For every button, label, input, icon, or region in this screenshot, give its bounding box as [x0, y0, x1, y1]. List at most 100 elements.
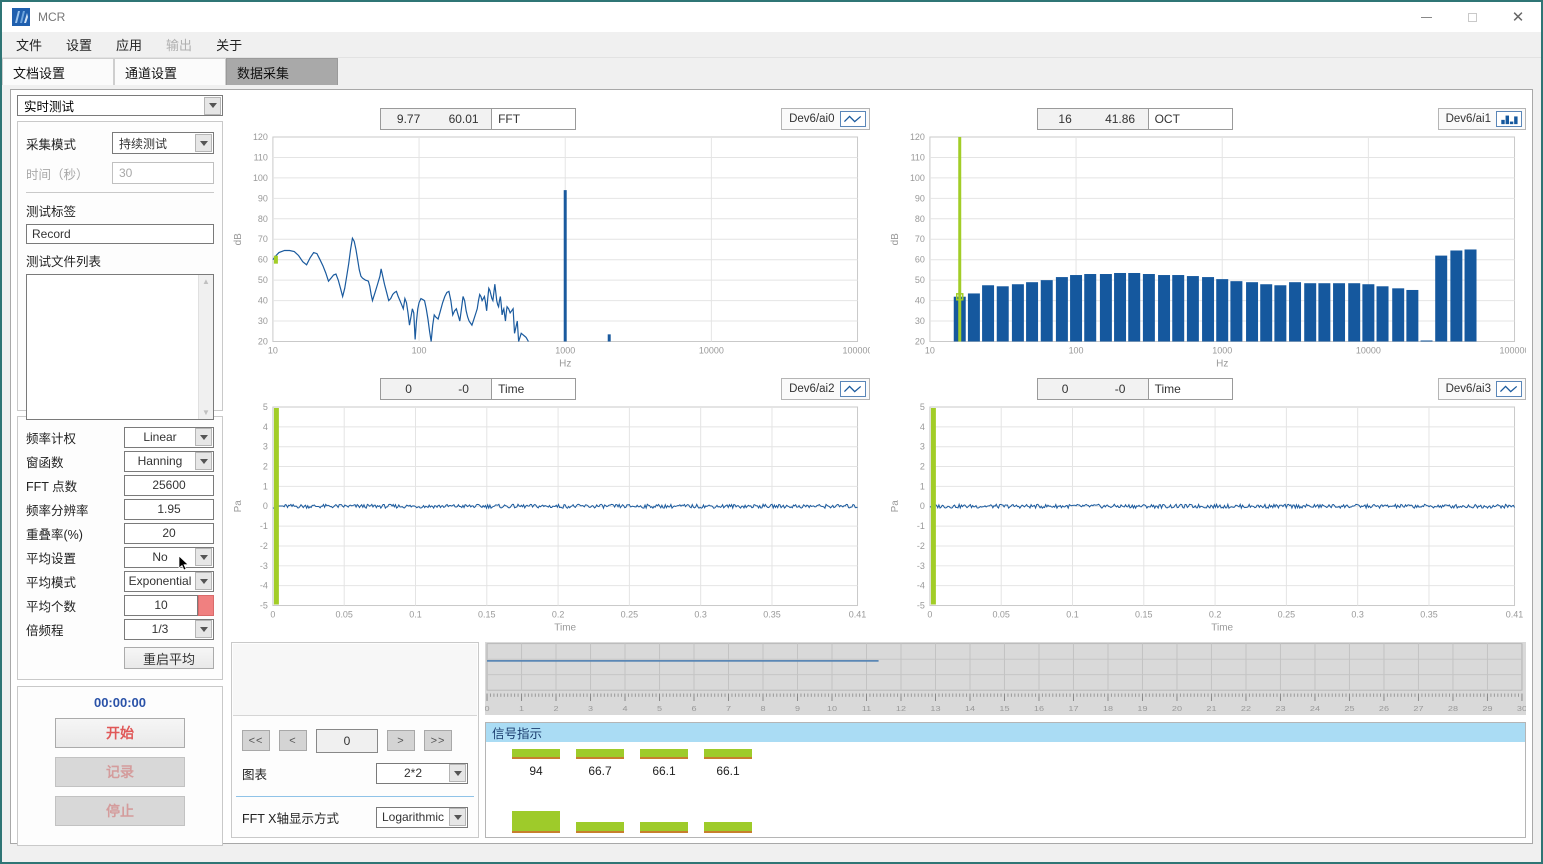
- nav-next-button[interactable]: >: [387, 730, 415, 751]
- svg-text:0.1: 0.1: [409, 610, 421, 620]
- channel-selector[interactable]: Dev6/ai0: [781, 108, 869, 130]
- nav-prev-button[interactable]: <: [279, 730, 307, 751]
- svg-text:0.2: 0.2: [1208, 610, 1220, 620]
- restart-average-button[interactable]: 重启平均: [124, 647, 214, 669]
- svg-text:23: 23: [1275, 704, 1286, 713]
- signal-level-bar: [704, 749, 752, 759]
- menu-about[interactable]: 关于: [216, 35, 242, 54]
- svg-text:1000: 1000: [1212, 345, 1232, 355]
- charts-area: 9.7760.01 FFT Dev6/ai0 20304050607080901…: [223, 95, 1526, 838]
- fft-xaxis-label: FFT X轴显示方式: [242, 808, 376, 827]
- svg-text:26: 26: [1379, 704, 1390, 713]
- maximize-button[interactable]: [1449, 2, 1495, 32]
- measure-mode-select[interactable]: 实时测试: [17, 95, 223, 116]
- average-mode-select[interactable]: Exponential: [124, 571, 214, 592]
- acq-mode-select[interactable]: 持续测试: [112, 132, 214, 154]
- channel-selector[interactable]: Dev6/ai2: [781, 378, 869, 400]
- tab-channel-settings[interactable]: 通道设置: [114, 58, 226, 85]
- svg-text:0: 0: [270, 610, 275, 620]
- progress-and-signal: 0123456789101112131415161718192021222324…: [479, 642, 1526, 838]
- window-function-select[interactable]: Hanning: [124, 451, 214, 472]
- menu-file[interactable]: 文件: [16, 35, 42, 54]
- main-panel: 实时测试 采集模式 持续测试 时间（秒） 30: [10, 89, 1533, 844]
- scroll-up-icon[interactable]: ▲: [202, 277, 210, 286]
- tab-data-acquisition[interactable]: 数据采集: [226, 58, 338, 85]
- app-window: MCR ✕ 文件 设置 应用 输出 关于 文档设置 通道设置 数据采集 实时测试: [0, 0, 1543, 864]
- svg-text:22: 22: [1241, 704, 1252, 713]
- octave-select[interactable]: 1/3: [124, 619, 214, 640]
- nav-first-button[interactable]: <<: [242, 730, 270, 751]
- chart-type-box[interactable]: Time: [1149, 378, 1233, 400]
- svg-text:20: 20: [1172, 704, 1183, 713]
- svg-text:3: 3: [919, 442, 924, 452]
- close-button[interactable]: ✕: [1495, 2, 1541, 32]
- svg-text:60: 60: [914, 255, 924, 265]
- svg-text:3: 3: [263, 442, 268, 452]
- fft-xaxis-select[interactable]: Logarithmic: [376, 807, 468, 828]
- nav-last-button[interactable]: >>: [424, 730, 452, 751]
- svg-text:dB: dB: [233, 233, 244, 246]
- svg-text:0: 0: [263, 502, 268, 512]
- cursor-readout: 0-0: [380, 378, 492, 400]
- time-plot-ai2[interactable]: -5-4-3-2-101234500.050.10.150.20.250.30.…: [231, 402, 870, 633]
- minimize-button[interactable]: [1403, 2, 1449, 32]
- svg-text:28: 28: [1448, 704, 1459, 713]
- svg-text:19: 19: [1137, 704, 1148, 713]
- channel-selector[interactable]: Dev6/ai1: [1438, 108, 1526, 130]
- cursor-readout: 1641.86: [1037, 108, 1149, 130]
- svg-text:18: 18: [1103, 704, 1114, 713]
- scroll-down-icon[interactable]: ▼: [202, 408, 210, 417]
- measure-mode-value: 实时测试: [24, 96, 74, 115]
- scrollbar[interactable]: ▲ ▼: [198, 275, 213, 419]
- param-label: 频率计权: [26, 428, 124, 447]
- average-count-input[interactable]: 10: [124, 595, 198, 616]
- display-options-panel: << < 0 > >> 图表 2*2 FFT X轴显示方式: [231, 642, 479, 838]
- fft-points-input[interactable]: 25600: [124, 475, 214, 496]
- signal-meter: 94: [512, 749, 560, 833]
- freq-weighting-select[interactable]: Linear: [124, 427, 214, 448]
- svg-text:0.35: 0.35: [1420, 610, 1437, 620]
- svg-text:0.05: 0.05: [335, 610, 352, 620]
- signal-level-bar: [640, 749, 688, 759]
- svg-text:0.3: 0.3: [1351, 610, 1363, 620]
- chart-layout-label: 图表: [242, 764, 376, 783]
- average-setting-select[interactable]: No: [124, 547, 214, 568]
- svg-text:dB: dB: [889, 233, 900, 246]
- svg-text:90: 90: [914, 193, 924, 203]
- menu-application[interactable]: 应用: [116, 35, 142, 54]
- svg-text:0.05: 0.05: [992, 610, 1009, 620]
- record-timeline[interactable]: 0123456789101112131415161718192021222324…: [485, 642, 1526, 715]
- test-file-listbox[interactable]: ▲ ▼: [26, 274, 214, 420]
- fft-plot[interactable]: 2030405060708090100110120101001000100001…: [231, 132, 870, 369]
- svg-text:13: 13: [930, 704, 941, 713]
- svg-text:-1: -1: [260, 522, 268, 532]
- chart-type-box[interactable]: Time: [492, 378, 576, 400]
- svg-text:100000: 100000: [843, 345, 870, 355]
- chevron-down-icon: [195, 452, 212, 470]
- page-indicator[interactable]: 0: [316, 729, 378, 753]
- svg-text:16: 16: [1034, 704, 1045, 713]
- start-button[interactable]: 开始: [55, 718, 185, 748]
- svg-text:Hz: Hz: [559, 358, 571, 369]
- menubar: 文件 设置 应用 输出 关于: [2, 32, 1541, 58]
- param-label: 窗函数: [26, 452, 124, 471]
- svg-text:50: 50: [914, 275, 924, 285]
- test-label-input[interactable]: Record: [26, 224, 214, 244]
- overlap-percent-input[interactable]: 20: [124, 523, 214, 544]
- time-plot-ai3[interactable]: -5-4-3-2-101234500.050.10.150.20.250.30.…: [888, 402, 1527, 633]
- svg-text:11: 11: [862, 704, 872, 713]
- freq-resolution-input[interactable]: 1.95: [124, 499, 214, 520]
- svg-text:-3: -3: [260, 561, 268, 571]
- chart-layout-select[interactable]: 2*2: [376, 763, 468, 784]
- svg-text:0.25: 0.25: [621, 610, 638, 620]
- chart-type-box[interactable]: FFT: [492, 108, 576, 130]
- svg-text:4: 4: [622, 704, 627, 713]
- channel-selector[interactable]: Dev6/ai3: [1438, 378, 1526, 400]
- chart-type-box[interactable]: OCT: [1149, 108, 1233, 130]
- menu-settings[interactable]: 设置: [66, 35, 92, 54]
- cursor-readout: 0-0: [1037, 378, 1149, 400]
- octave-plot[interactable]: 2030405060708090100110120101001000100001…: [888, 132, 1527, 369]
- svg-text:90: 90: [258, 193, 268, 203]
- tab-document-settings[interactable]: 文档设置: [2, 58, 114, 85]
- app-logo-icon: [12, 8, 30, 26]
